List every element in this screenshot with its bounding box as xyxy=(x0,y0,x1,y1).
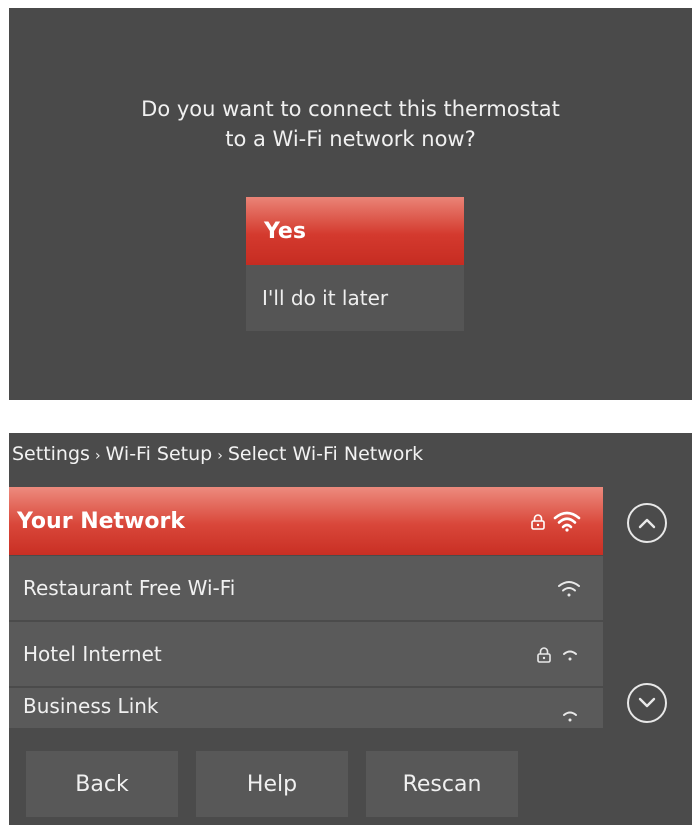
yes-button-label: Yes xyxy=(264,218,306,244)
network-row-hotel-internet[interactable]: Hotel Internet xyxy=(9,622,603,686)
help-button[interactable]: Help xyxy=(196,751,348,817)
back-button[interactable]: Back xyxy=(26,751,178,817)
rescan-button-label: Rescan xyxy=(402,771,482,797)
network-name: Restaurant Free Wi-Fi xyxy=(23,576,236,600)
wifi-signal-medium-icon xyxy=(558,581,580,597)
do-it-later-button[interactable]: I'll do it later xyxy=(246,265,464,331)
connect-prompt-line2: to a Wi-Fi network now? xyxy=(225,127,476,151)
connect-wifi-dialog: Do you want to connect this thermostat t… xyxy=(9,8,692,400)
yes-button[interactable]: Yes xyxy=(246,197,464,265)
network-name: Business Link xyxy=(23,694,159,718)
breadcrumb-item-wifi-setup[interactable]: Wi-Fi Setup xyxy=(106,443,213,465)
network-name: Hotel Internet xyxy=(23,642,162,666)
breadcrumb-item-settings[interactable]: Settings xyxy=(12,443,90,465)
do-it-later-button-label: I'll do it later xyxy=(262,286,389,310)
network-row-restaurant-free-wifi[interactable]: Restaurant Free Wi-Fi xyxy=(9,556,603,620)
scroll-down-button[interactable] xyxy=(627,683,667,723)
wifi-network-select-screen: Settings › Wi-Fi Setup › Select Wi-Fi Networ… xyxy=(9,433,692,825)
wifi-signal-strong-icon xyxy=(553,511,581,532)
scroll-up-button[interactable] xyxy=(627,503,667,543)
connect-prompt-line1: Do you want to connect this thermostat xyxy=(141,97,560,121)
chevron-up-icon xyxy=(638,518,656,529)
lock-icon xyxy=(531,513,545,530)
rescan-button[interactable]: Rescan xyxy=(366,751,518,817)
wifi-signal-weak-icon xyxy=(563,650,577,661)
breadcrumb-item-select-network: Select Wi-Fi Network xyxy=(227,443,424,465)
connect-prompt: Do you want to connect this thermostat t… xyxy=(9,94,692,154)
breadcrumb-separator: › xyxy=(217,448,223,464)
wifi-signal-weak-icon xyxy=(563,711,577,722)
breadcrumb-separator: › xyxy=(94,448,101,464)
help-button-label: Help xyxy=(246,771,298,797)
lock-icon xyxy=(537,646,551,663)
back-button-label: Back xyxy=(75,771,129,797)
network-row-your-network[interactable]: Your Network xyxy=(9,487,603,555)
chevron-down-icon xyxy=(638,697,656,708)
breadcrumb: Settings › Wi-Fi Setup › Select Wi-Fi Networ… xyxy=(12,439,423,469)
network-name: Your Network xyxy=(17,508,185,534)
network-row-business-link[interactable]: Business Link xyxy=(9,688,603,728)
